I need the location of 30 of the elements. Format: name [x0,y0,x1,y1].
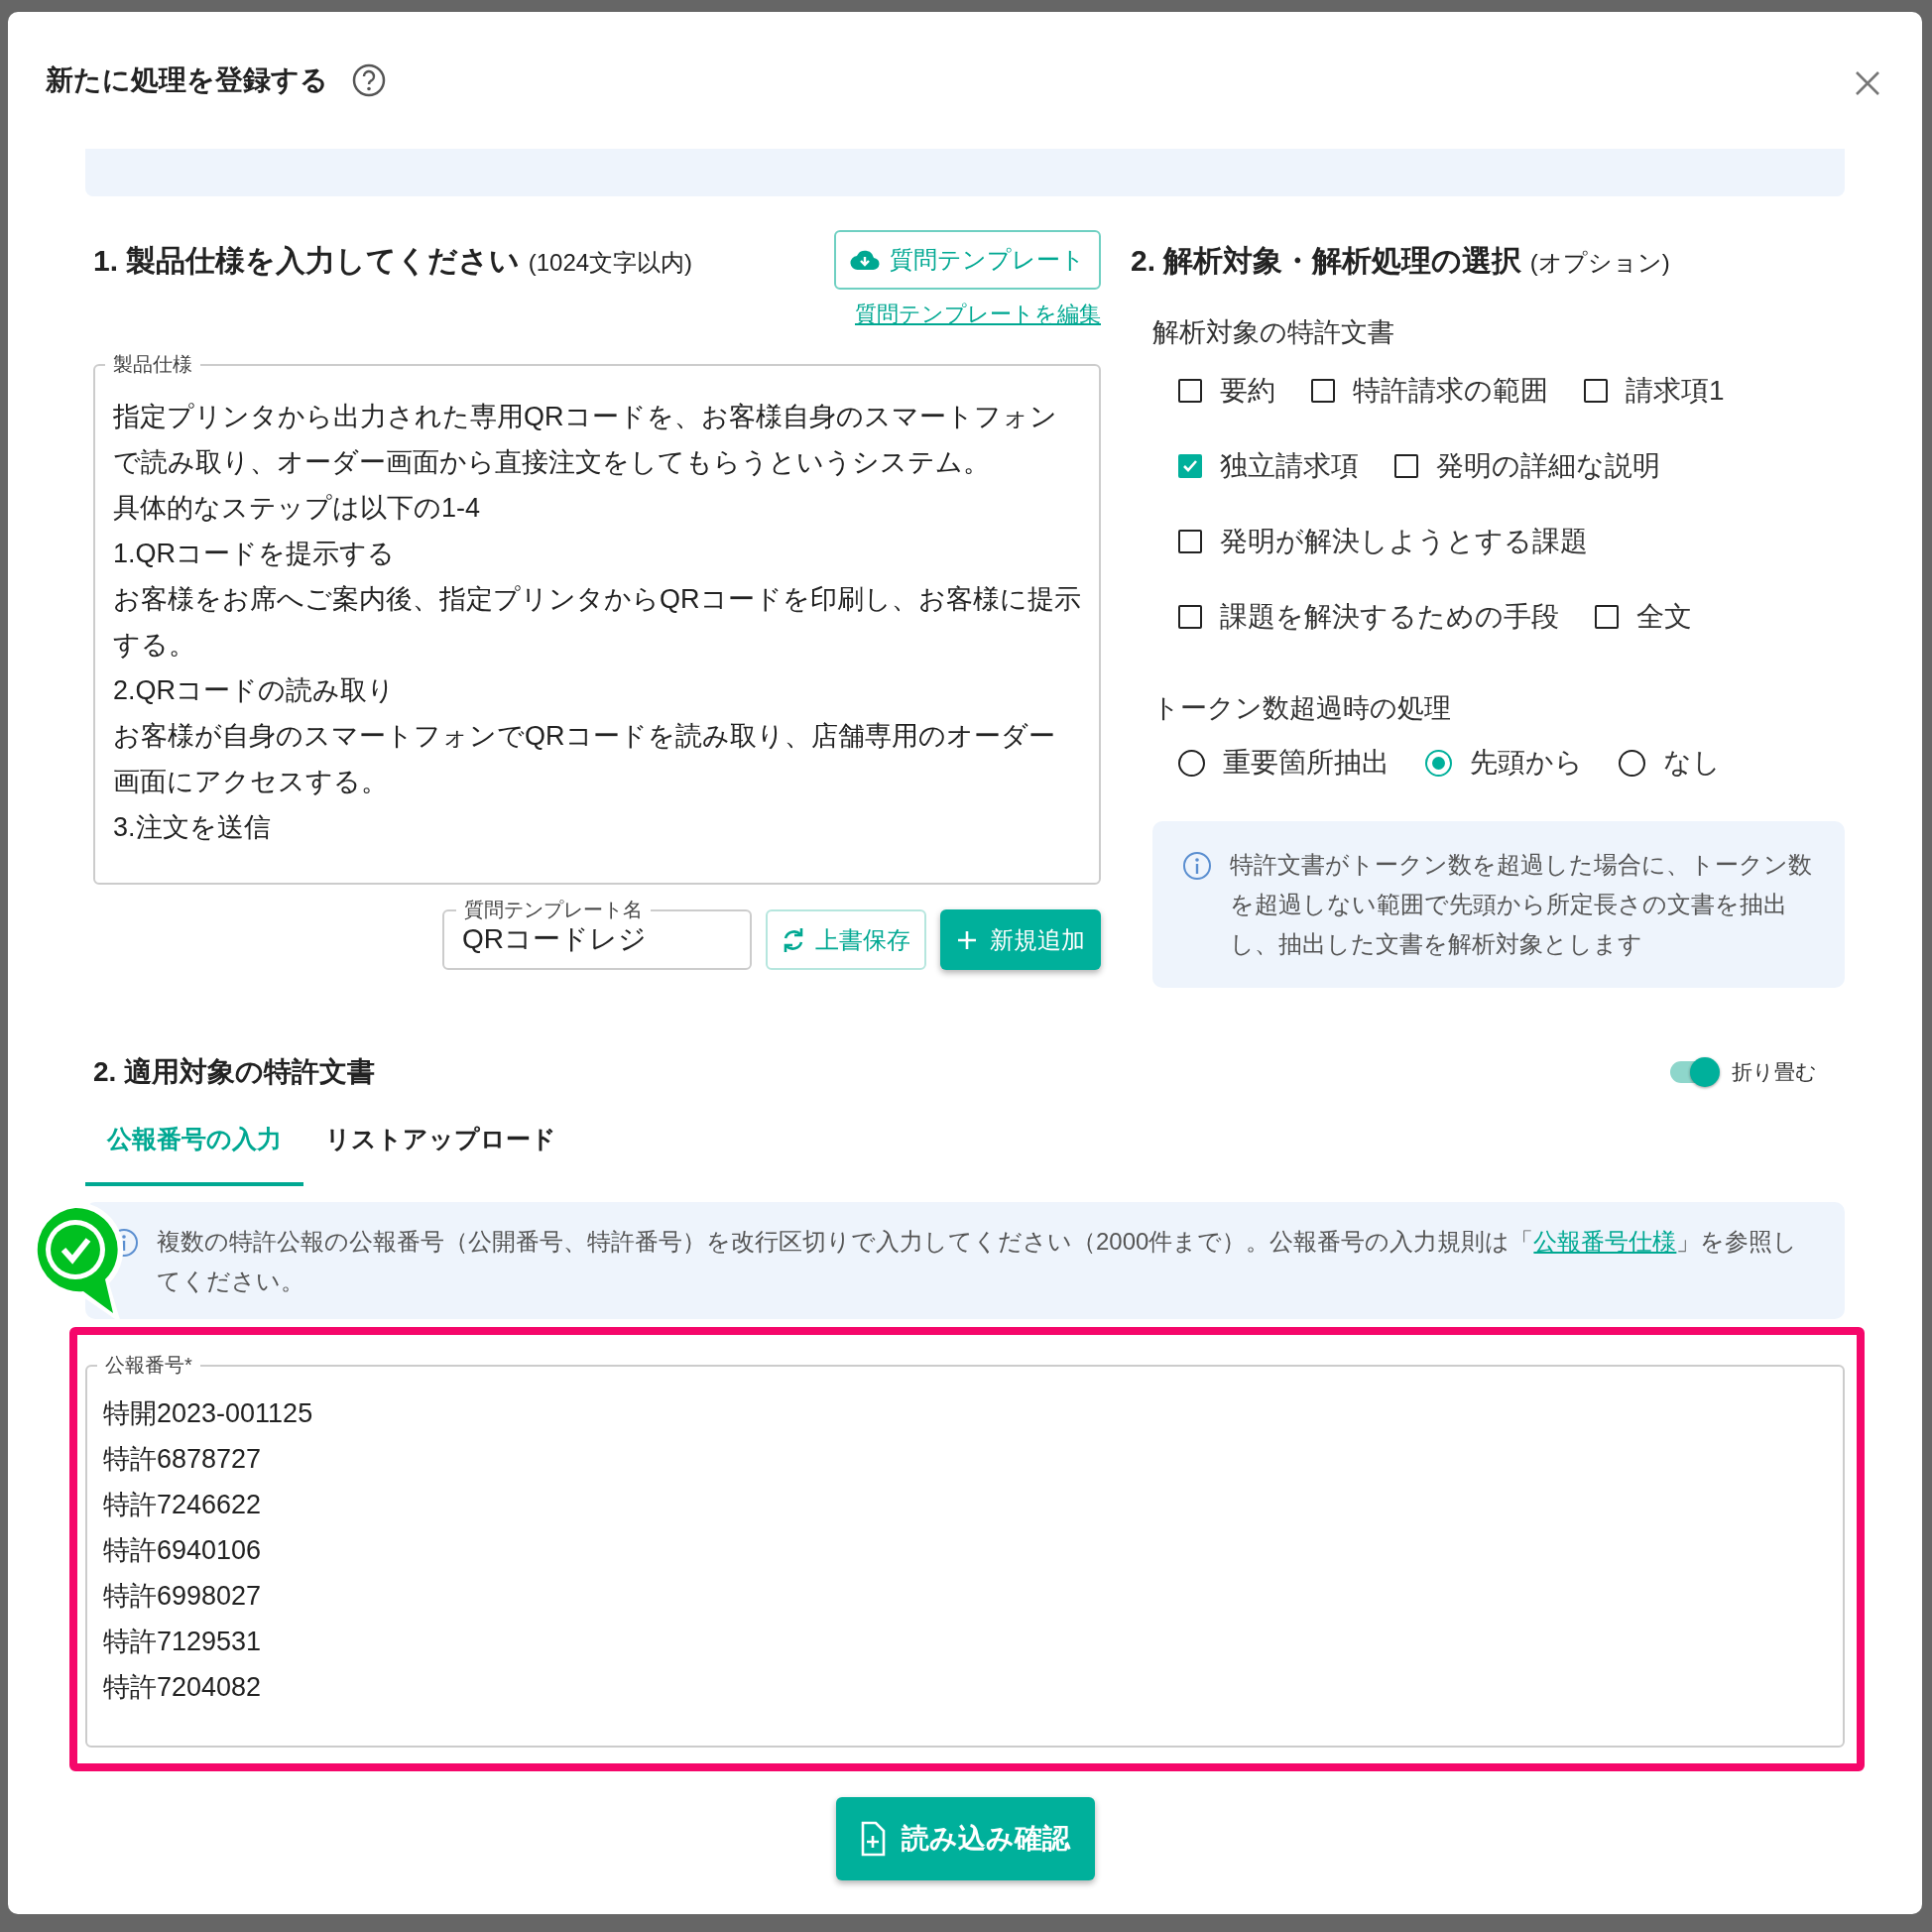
help-icon[interactable] [352,63,386,97]
checkbox-option[interactable]: 要約 [1178,369,1275,412]
cloud-download-icon [850,248,880,272]
section-heading: 1. 製品仕様を入力してください (1024文字以内) [93,243,693,279]
group-label: トークン数超過時の処理 [1152,691,1452,725]
file-plus-icon [860,1820,886,1857]
toggle-label: 折り畳む [1732,1059,1817,1086]
checkbox-option[interactable]: 独立請求項 [1178,444,1359,487]
info-text: 複数の特許公報の公報番号（公開番号、特許番号）を改行区切りで入力してください（2000件まで）。公報番号の入力規則は「公報番号仕様」を参照してください。 [157,1226,1799,1296]
tab[interactable]: リストアップロード [303,1103,578,1186]
group-label: 解析対象の特許文書 [1152,316,1395,349]
checkbox-option[interactable]: 発明の詳細な説明 [1394,444,1660,487]
checkbox-option[interactable]: 全文 [1595,595,1692,638]
checkbox-option[interactable]: 課題を解決するための手段 [1178,595,1559,638]
dialog-title: 新たに処理を登録する [46,63,328,97]
section-heading: 2. 解析対象・解析処理の選択 (オプション) [1131,243,1671,279]
checkbox-option[interactable]: 発明が解決しようとする課題 [1178,520,1588,562]
section-heading: 2. 適用対象の特許文書 [93,1055,376,1089]
product-spec-text: 指定プリンタから出力された専用QRコードを、お客様自身のスマートフォンで読み取り、オーダー画面から直接注文をしてもらうというシステム。 具体的なステップは以下の1-4 1.QRコードを提示する お客様をお席へご案内後、指定プリンタからQRコードを印刷し、お客様に提示する。 2.QRコードの読み取り お客様が自身のスマートフォンでQRコードを読み取り、店舗専用のオーダー画面にアクセスする。 3.注文を送信 [113,401,1081,844]
patent-number-field[interactable]: 公報番号* 特開2023-001125 特許6878727 特許7246622 特許6940106 特許6998027 特許7129531 特許7204082 [85,1350,1845,1748]
radio-option[interactable]: 重要箇所抽出 [1178,742,1389,784]
info-icon [1182,851,1212,881]
radio-option[interactable]: 先頭から [1425,742,1583,784]
checkbox-option[interactable]: 特許請求の範囲 [1311,369,1548,412]
radio-option[interactable]: なし [1619,742,1721,784]
template-name-field[interactable]: 質問テンプレート名 QRコードレジ [442,896,752,970]
plus-icon [956,928,978,951]
checkbox-option[interactable]: 請求項1 [1584,369,1725,412]
close-icon [1855,70,1880,97]
info-text: 特許文書がトークン数を超過した場合に、トークン数を超過しない範囲で先頭から所定長さの文書を抽出し、抽出した文書を解析対象とします [1230,850,1813,959]
